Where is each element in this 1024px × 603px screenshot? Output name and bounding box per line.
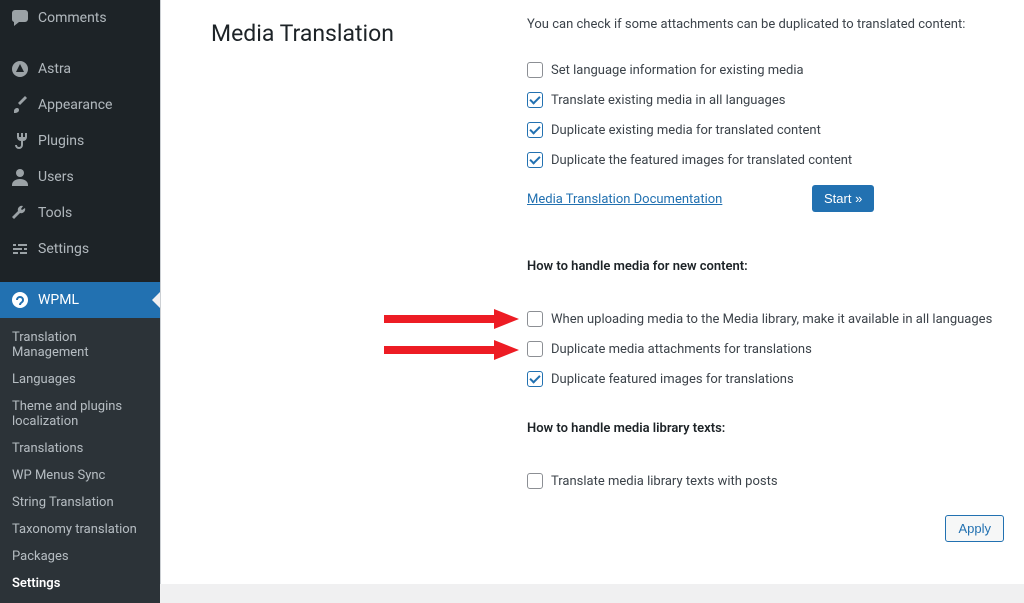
check-translate-existing-media-input[interactable]	[527, 92, 543, 108]
submenu-theme-plugins-localization[interactable]: Theme and plugins localization	[0, 393, 160, 435]
wpml-submenu: Translation Management Languages Theme a…	[0, 318, 160, 603]
checkbox-label: Duplicate media attachments for translat…	[551, 342, 812, 357]
submenu-string-translation[interactable]: String Translation	[0, 489, 160, 516]
sidebar-item-astra[interactable]: Astra	[0, 51, 160, 87]
check-set-language-info[interactable]: Set language information for existing me…	[527, 62, 852, 78]
sidebar-item-label: Astra	[38, 61, 71, 77]
sidebar-item-label: Users	[38, 169, 74, 185]
apply-button[interactable]: Apply	[945, 515, 1004, 542]
existing-media-group: Set language information for existing me…	[527, 62, 852, 182]
sidebar-item-wpml[interactable]: WPML	[0, 282, 160, 318]
check-upload-available-all-languages[interactable]: When uploading media to the Media librar…	[527, 311, 992, 327]
annotation-arrow-1	[384, 309, 519, 329]
checkbox-label: Set language information for existing me…	[551, 63, 804, 78]
user-icon	[10, 167, 30, 187]
check-translate-media-library-texts[interactable]: Translate media library texts with posts	[527, 473, 778, 489]
checkbox-label: Translate media library texts with posts	[551, 474, 778, 489]
admin-sidebar: Comments Astra Appearance Plugins Users …	[0, 0, 160, 584]
check-duplicate-media-attachments-input[interactable]	[527, 341, 543, 357]
sidebar-item-label: Tools	[38, 205, 72, 221]
submenu-packages[interactable]: Packages	[0, 543, 160, 570]
astra-icon	[10, 59, 30, 79]
section-intro: You can check if some attachments can be…	[527, 17, 965, 32]
start-button[interactable]: Start »	[812, 185, 874, 212]
media-translation-doc-link: Media Translation Documentation	[527, 192, 722, 207]
submenu-translations[interactable]: Translations	[0, 435, 160, 462]
checkbox-label: Duplicate featured images for translatio…	[551, 372, 794, 387]
sidebar-item-label: Comments	[38, 10, 107, 26]
checkbox-label: Duplicate existing media for translated …	[551, 123, 821, 138]
submenu-translation-management[interactable]: Translation Management	[0, 324, 160, 366]
checkbox-label: Translate existing media in all language…	[551, 93, 785, 108]
check-duplicate-media-attachments[interactable]: Duplicate media attachments for translat…	[527, 341, 992, 357]
page-title: Media Translation	[211, 20, 394, 47]
sidebar-item-label: Appearance	[38, 97, 112, 113]
plugin-icon	[10, 131, 30, 151]
sliders-icon	[10, 239, 30, 259]
sidebar-item-users[interactable]: Users	[0, 159, 160, 195]
check-set-language-info-input[interactable]	[527, 62, 543, 78]
sidebar-item-comments[interactable]: Comments	[0, 0, 160, 36]
check-duplicate-existing-media[interactable]: Duplicate existing media for translated …	[527, 122, 852, 138]
check-duplicate-existing-media-input[interactable]	[527, 122, 543, 138]
brush-icon	[10, 95, 30, 115]
new-content-group: When uploading media to the Media librar…	[527, 311, 992, 401]
checkbox-label: When uploading media to the Media librar…	[551, 312, 992, 327]
check-duplicate-featured-images-new-input[interactable]	[527, 371, 543, 387]
check-translate-existing-media[interactable]: Translate existing media in all language…	[527, 92, 852, 108]
wrench-icon	[10, 203, 30, 223]
annotation-arrow-2	[384, 340, 519, 360]
media-texts-group: Translate media library texts with posts	[527, 473, 778, 503]
sidebar-item-tools[interactable]: Tools	[0, 195, 160, 231]
check-duplicate-featured-images-new[interactable]: Duplicate featured images for translatio…	[527, 371, 992, 387]
check-duplicate-featured-images[interactable]: Duplicate the featured images for transl…	[527, 152, 852, 168]
heading-media-library-texts: How to handle media library texts:	[527, 421, 725, 436]
wpml-icon	[10, 290, 30, 310]
content-area: Media Translation You can check if some …	[160, 0, 1024, 584]
checkbox-label: Duplicate the featured images for transl…	[551, 153, 852, 168]
sidebar-item-label: Plugins	[38, 133, 84, 149]
sidebar-item-plugins[interactable]: Plugins	[0, 123, 160, 159]
check-duplicate-featured-images-input[interactable]	[527, 152, 543, 168]
doc-link-anchor[interactable]: Media Translation Documentation	[527, 192, 722, 207]
submenu-languages[interactable]: Languages	[0, 366, 160, 393]
submenu-wp-menus-sync[interactable]: WP Menus Sync	[0, 462, 160, 489]
check-upload-available-all-languages-input[interactable]	[527, 311, 543, 327]
check-translate-media-library-texts-input[interactable]	[527, 473, 543, 489]
sidebar-item-settings[interactable]: Settings	[0, 231, 160, 267]
comments-icon	[10, 8, 30, 28]
submenu-taxonomy-translation[interactable]: Taxonomy translation	[0, 516, 160, 543]
sidebar-item-label: Settings	[38, 241, 89, 257]
sidebar-item-label: WPML	[38, 292, 79, 308]
heading-new-content: How to handle media for new content:	[527, 259, 748, 274]
sidebar-item-appearance[interactable]: Appearance	[0, 87, 160, 123]
